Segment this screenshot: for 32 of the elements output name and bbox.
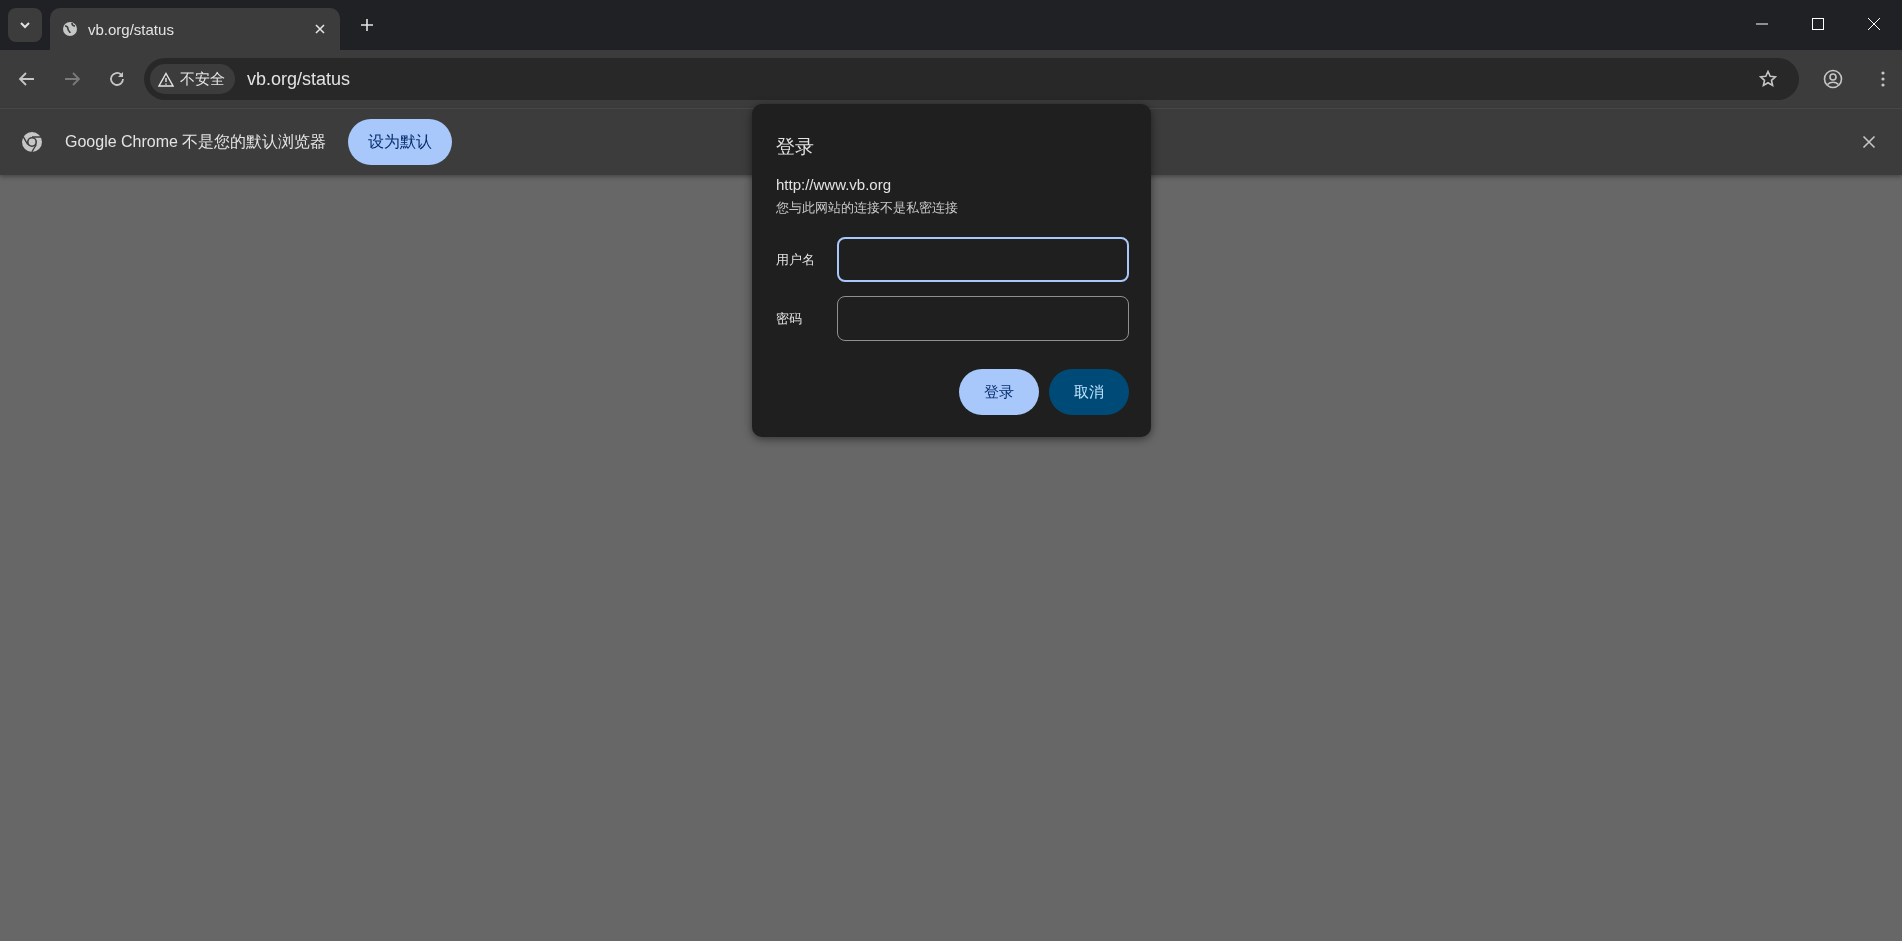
set-default-button[interactable]: 设为默认 bbox=[348, 119, 453, 165]
input-field[interactable] bbox=[837, 237, 1129, 282]
browser-tab[interactable]: vb.org/status bbox=[50, 8, 340, 50]
cancel-button[interactable]: 取消 bbox=[1049, 369, 1129, 415]
globe-icon bbox=[62, 21, 78, 37]
field-label: 密码 bbox=[776, 309, 803, 328]
url-text: vb.org/status bbox=[247, 68, 351, 90]
menu-icon[interactable] bbox=[1880, 70, 1886, 88]
forward-arrow-icon[interactable] bbox=[63, 70, 81, 88]
reload-icon[interactable] bbox=[108, 70, 126, 88]
maximize-icon[interactable] bbox=[1811, 17, 1825, 31]
infobar-message: Google Chrome 不是您的默认浏览器 bbox=[65, 131, 327, 152]
warning-icon bbox=[158, 71, 174, 87]
dialog-title: 登录 bbox=[776, 135, 815, 159]
site-origin: http://www.vb.org bbox=[776, 176, 893, 193]
chevron-down-icon bbox=[19, 19, 31, 31]
plus-icon[interactable] bbox=[360, 18, 374, 32]
close-icon[interactable] bbox=[1862, 135, 1876, 149]
back-arrow-icon[interactable] bbox=[18, 70, 36, 88]
close-icon[interactable] bbox=[314, 23, 326, 35]
login-button[interactable]: 登录 bbox=[959, 369, 1039, 415]
field-label: 用户名 bbox=[776, 250, 816, 269]
address-bar[interactable]: 不安全 vb.org/status bbox=[144, 58, 1799, 100]
tab-search-button[interactable] bbox=[8, 8, 42, 42]
connection-note: 您与此网站的连接不是私密连接 bbox=[776, 199, 959, 217]
chrome-logo-icon bbox=[21, 131, 43, 153]
tab-title: vb.org/status bbox=[88, 20, 175, 38]
star-icon[interactable] bbox=[1759, 70, 1777, 88]
profile-icon[interactable] bbox=[1823, 69, 1843, 89]
security-chip[interactable]: 不安全 bbox=[150, 64, 235, 94]
input-field[interactable] bbox=[837, 296, 1129, 341]
security-label: 不安全 bbox=[180, 69, 225, 89]
